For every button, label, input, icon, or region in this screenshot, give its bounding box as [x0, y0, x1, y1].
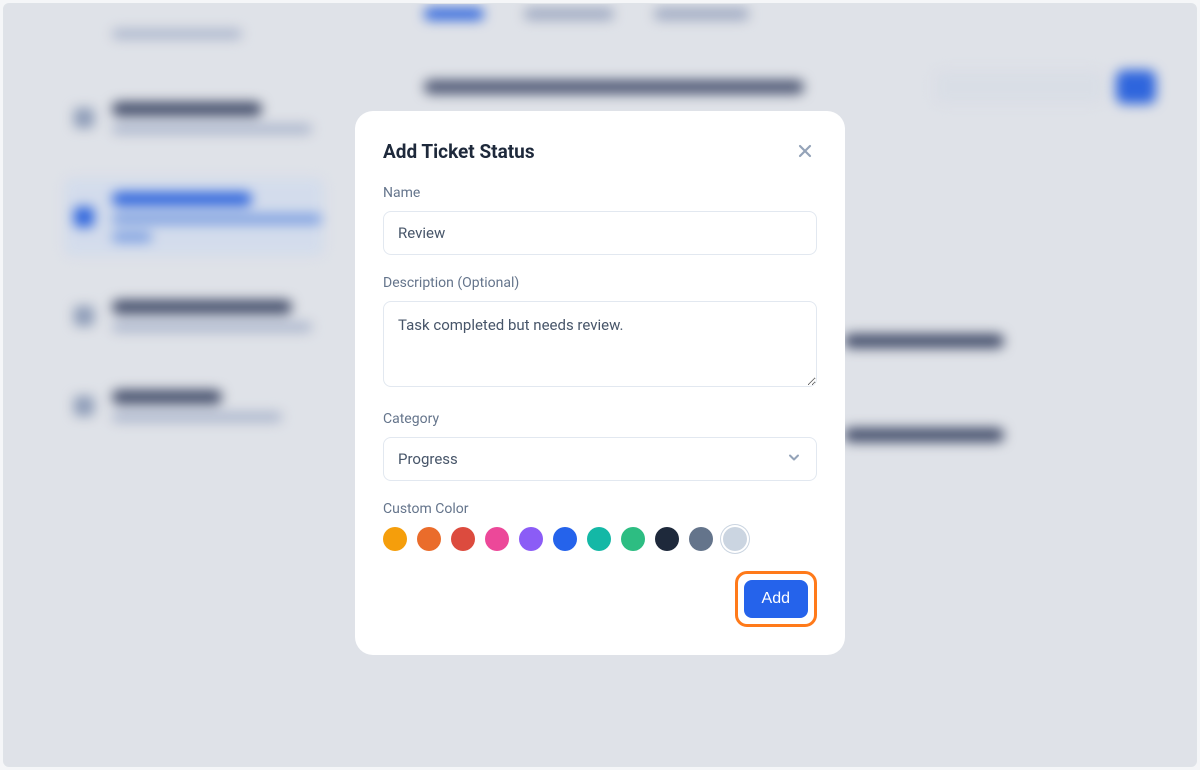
color-swatch-7[interactable]: [621, 527, 645, 551]
category-select[interactable]: Progress: [383, 437, 817, 481]
color-swatch-3[interactable]: [485, 527, 509, 551]
color-swatch-8[interactable]: [655, 527, 679, 551]
color-swatch-10[interactable]: [723, 527, 747, 551]
color-swatch-0[interactable]: [383, 527, 407, 551]
close-icon: [798, 144, 812, 158]
name-input[interactable]: [383, 211, 817, 255]
color-swatch-9[interactable]: [689, 527, 713, 551]
color-swatch-5[interactable]: [553, 527, 577, 551]
category-label: Category: [383, 411, 817, 427]
modal-overlay: Add Ticket Status Name Description (Opti…: [4, 4, 1196, 766]
description-label: Description (Optional): [383, 275, 817, 291]
color-swatch-4[interactable]: [519, 527, 543, 551]
add-button[interactable]: Add: [744, 580, 808, 618]
color-swatch-2[interactable]: [451, 527, 475, 551]
add-button-highlight: Add: [735, 571, 817, 627]
name-label: Name: [383, 185, 817, 201]
custom-color-label: Custom Color: [383, 501, 817, 517]
description-input[interactable]: [383, 301, 817, 387]
modal-title: Add Ticket Status: [383, 140, 535, 163]
add-ticket-status-modal: Add Ticket Status Name Description (Opti…: [355, 111, 845, 655]
close-button[interactable]: [793, 139, 817, 163]
color-swatch-1[interactable]: [417, 527, 441, 551]
color-swatch-6[interactable]: [587, 527, 611, 551]
color-swatch-group: [383, 527, 817, 551]
